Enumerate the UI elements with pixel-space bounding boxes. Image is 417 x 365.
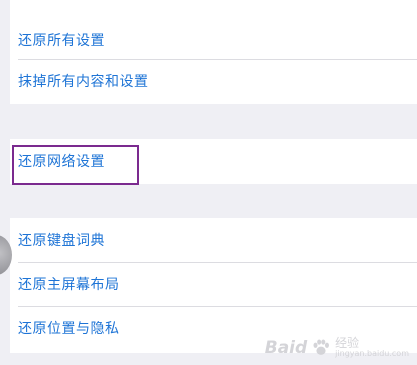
reset-keyboard-dictionary-label: 还原键盘词典 — [18, 233, 105, 249]
settings-group-network: 还原网络设置 — [10, 139, 417, 184]
settings-group-reset-all: 还原所有设置 抹掉所有内容和设置 — [10, 0, 417, 104]
reset-settings-screen: 还原所有设置 抹掉所有内容和设置 还原网络设置 还原键盘词典 还原主屏幕布局 还… — [0, 0, 417, 365]
reset-home-screen-layout-row[interactable]: 还原主屏幕布局 — [10, 262, 417, 306]
reset-all-settings-label: 还原所有设置 — [18, 32, 105, 49]
reset-keyboard-dictionary-row[interactable]: 还原键盘词典 — [10, 218, 417, 262]
reset-location-privacy-label: 还原位置与隐私 — [18, 321, 120, 337]
reset-network-settings-label: 还原网络设置 — [18, 154, 105, 170]
erase-all-content-label: 抹掉所有内容和设置 — [18, 74, 149, 90]
settings-group-other-resets: 还原键盘词典 还原主屏幕布局 还原位置与隐私 — [10, 218, 417, 353]
reset-location-privacy-row[interactable]: 还原位置与隐私 — [10, 306, 417, 350]
reset-network-settings-row[interactable]: 还原网络设置 — [10, 139, 417, 183]
reset-home-screen-layout-label: 还原主屏幕布局 — [18, 277, 120, 293]
erase-all-content-row[interactable]: 抹掉所有内容和设置 — [10, 59, 417, 103]
reset-all-settings-row[interactable]: 还原所有设置 — [10, 0, 417, 59]
